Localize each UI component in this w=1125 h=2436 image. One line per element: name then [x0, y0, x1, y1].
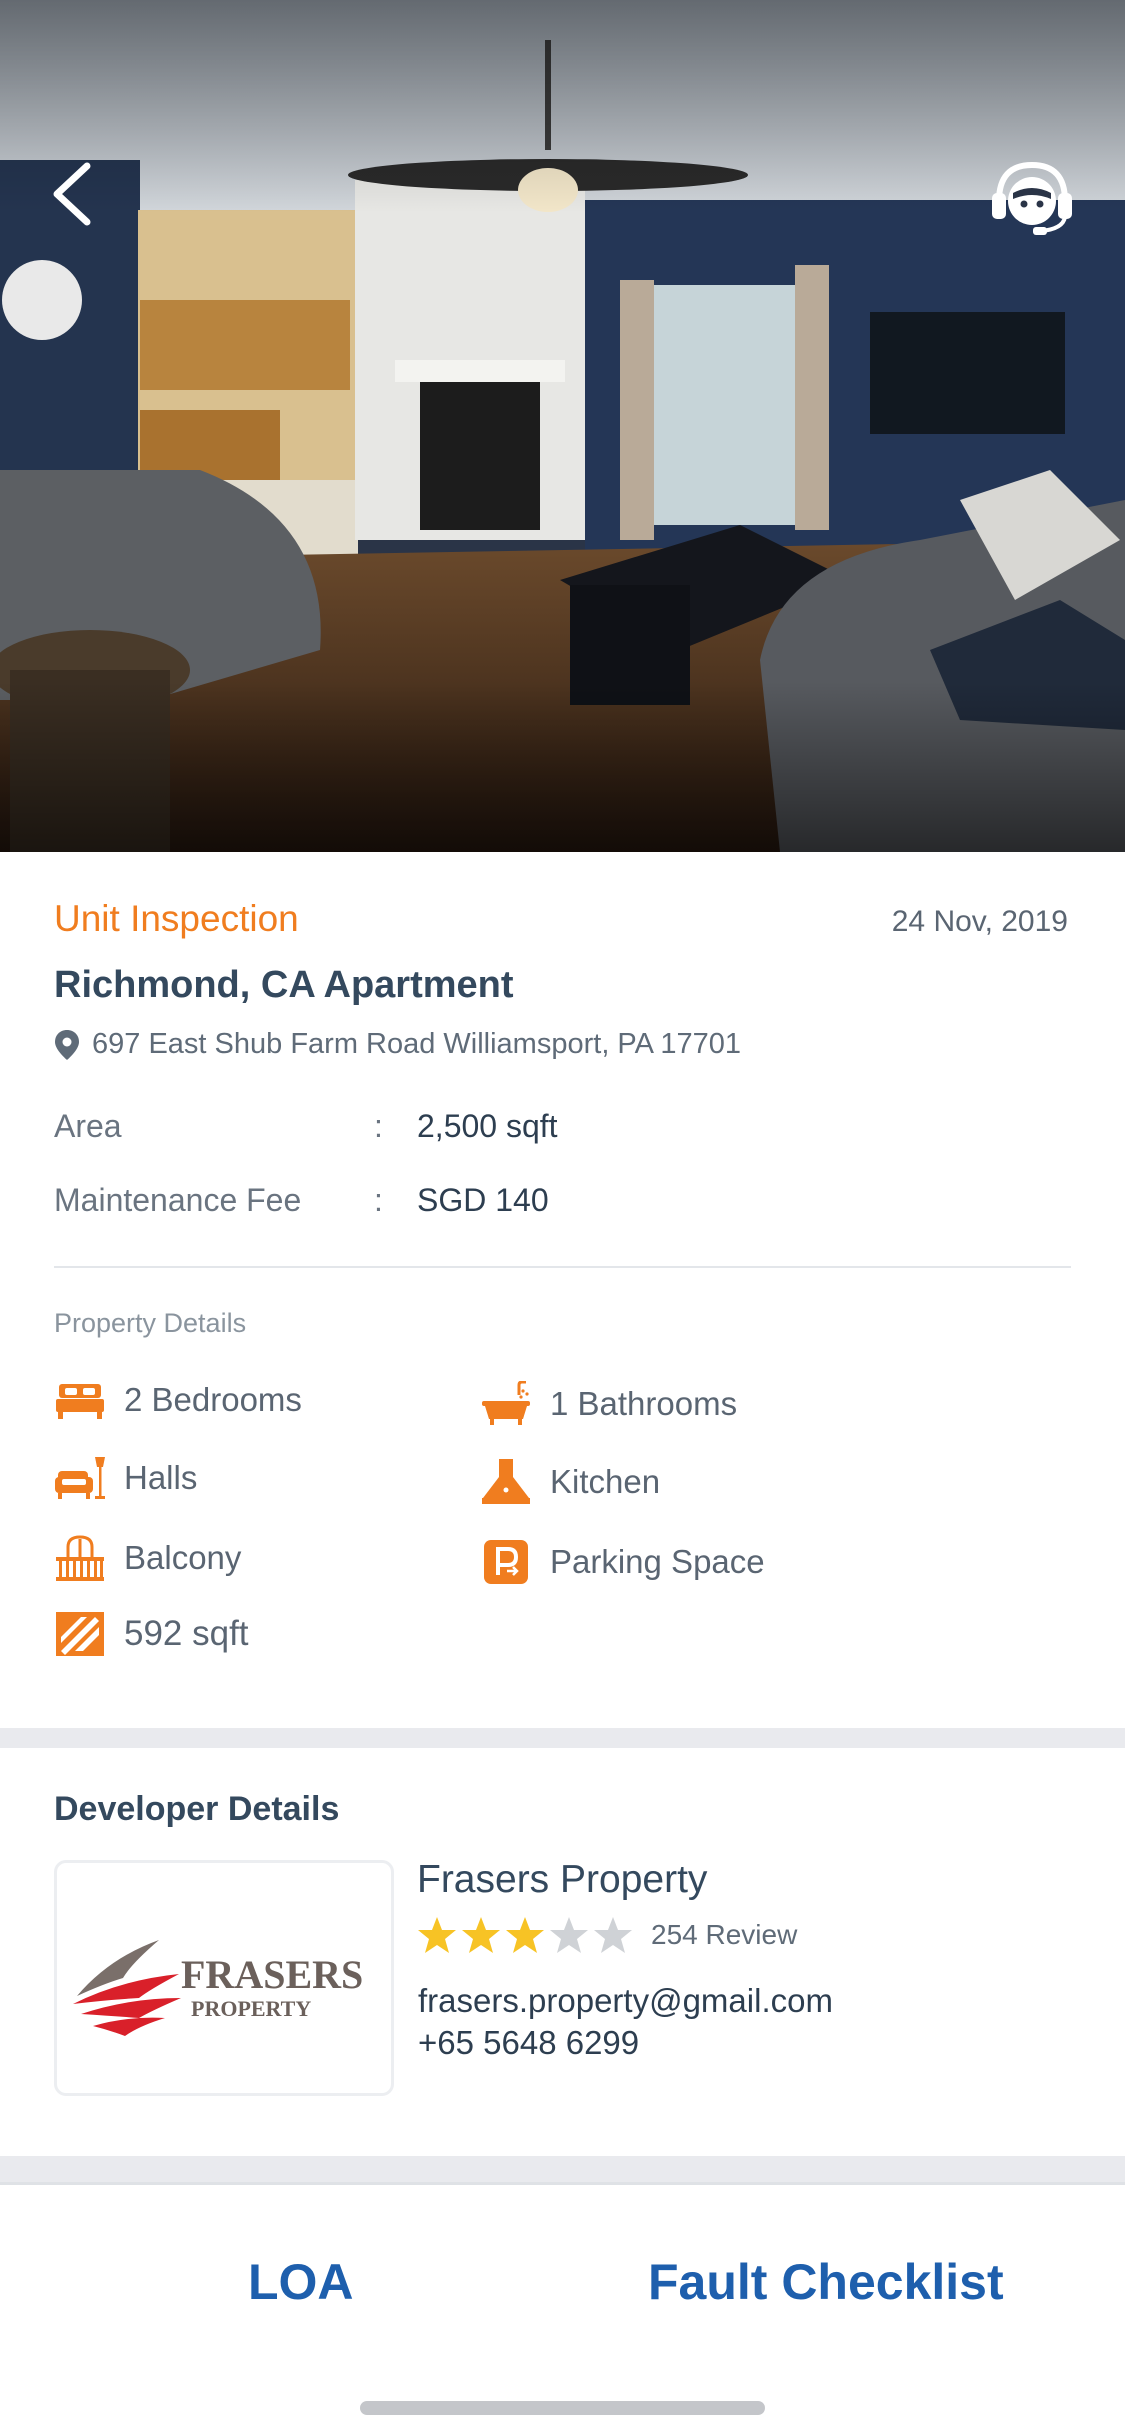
loa-button[interactable]: LOA	[248, 2253, 354, 2311]
area-row: Area : 2,500 sqft	[54, 1108, 558, 1145]
chevron-left-icon	[53, 162, 91, 226]
property-details-heading: Property Details	[54, 1308, 247, 1338]
property-title: Richmond, CA Apartment	[54, 964, 514, 1006]
star-filled-icon	[462, 1917, 500, 1953]
area-value: 2,500 sqft	[417, 1108, 558, 1144]
address-text: 697 East Shub Farm Road Williamsport, PA…	[92, 1028, 742, 1060]
living-room-photo	[0, 0, 1125, 852]
developer-email[interactable]: frasers.property@gmail.com	[418, 1982, 833, 2020]
star-empty-icon	[594, 1917, 632, 1953]
logo-text: FRASERS	[181, 1952, 363, 1997]
fee-separator: :	[374, 1182, 383, 1218]
star-empty-icon	[550, 1917, 588, 1953]
feature-label: 2 Bedrooms	[124, 1381, 302, 1418]
feature-label: Kitchen	[550, 1463, 661, 1500]
inspection-category: Unit Inspection	[54, 898, 299, 939]
property-photo	[0, 0, 1125, 852]
feature-kitchen: Kitchen	[480, 1458, 660, 1506]
developer-heading: Developer Details	[54, 1790, 340, 1828]
location-pin-icon	[55, 1029, 79, 1060]
feature-parking: Parking Space	[480, 1538, 765, 1586]
property-address: 697 East Shub Farm Road Williamsport, PA…	[54, 1028, 741, 1061]
balcony-icon	[54, 1534, 106, 1582]
section-divider	[54, 1266, 1071, 1268]
review-count: 254 Review	[651, 1919, 798, 1950]
bed-icon	[54, 1376, 106, 1424]
home-indicator[interactable]	[360, 2401, 765, 2415]
section-gap	[0, 2156, 1125, 2182]
support-button[interactable]	[984, 156, 1080, 240]
star-filled-icon	[418, 1917, 456, 1953]
logo-subtext: PROPERTY	[191, 1996, 311, 2021]
developer-logo: FRASERS PROPERTY	[54, 1860, 394, 2096]
parking-icon	[480, 1538, 532, 1586]
fee-value: SGD 140	[417, 1182, 549, 1218]
feature-label: 592 sqft	[124, 1614, 249, 1653]
star-filled-icon	[506, 1917, 544, 1953]
feature-bathrooms: 1 Bathrooms	[480, 1380, 737, 1428]
feature-area: 592 sqft	[54, 1610, 249, 1658]
feature-balcony: Balcony	[54, 1534, 241, 1582]
area-separator: :	[374, 1108, 383, 1144]
developer-rating: 254 Review	[417, 1916, 797, 1954]
fault-checklist-button[interactable]: Fault Checklist	[648, 2253, 1004, 2311]
frasers-logo: FRASERS PROPERTY	[73, 1940, 363, 2036]
support-agent-icon	[992, 161, 1072, 235]
sofa-lamp-icon	[54, 1454, 106, 1502]
bathtub-icon	[480, 1380, 532, 1428]
feature-label: Parking Space	[550, 1543, 765, 1580]
back-button[interactable]	[36, 156, 106, 232]
developer-details-card: Developer Details FRASERS PROPERTY Frase…	[0, 1748, 1125, 2156]
fee-label: Maintenance Fee	[54, 1182, 302, 1218]
bottom-action-bar: LOA Fault Checklist	[0, 2182, 1125, 2436]
feature-label: Balcony	[124, 1539, 242, 1576]
inspection-info-card: Unit Inspection 24 Nov, 2019 Richmond, C…	[0, 852, 1125, 1728]
section-gap	[0, 1728, 1125, 1748]
area-label: Area	[54, 1108, 122, 1144]
area-icon	[54, 1610, 106, 1658]
inspection-date: 24 Nov, 2019	[891, 905, 1068, 938]
feature-label: 1 Bathrooms	[550, 1385, 738, 1422]
feature-label: Halls	[124, 1459, 198, 1496]
kitchen-hood-icon	[480, 1458, 532, 1506]
developer-name: Frasers Property	[417, 1858, 708, 1901]
feature-bedrooms: 2 Bedrooms	[54, 1376, 302, 1424]
maintenance-fee-row: Maintenance Fee : SGD 140	[54, 1182, 549, 1219]
developer-phone[interactable]: +65 5648 6299	[418, 2024, 639, 2062]
feature-halls: Halls	[54, 1454, 197, 1502]
